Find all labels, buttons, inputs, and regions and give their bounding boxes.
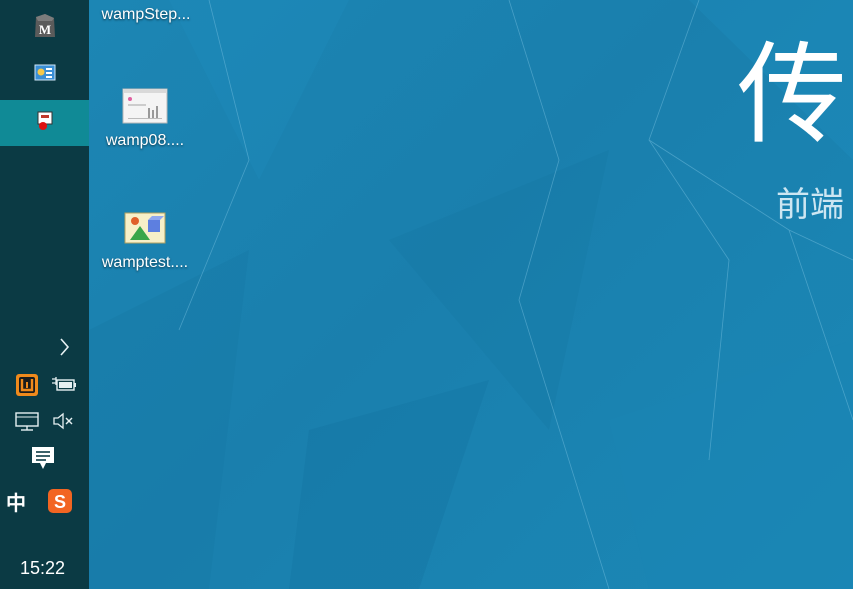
- network-icon: [15, 412, 39, 431]
- taskbar: M 中 S 15:22: [0, 0, 90, 589]
- desktop-icon-label: wamptest....: [101, 254, 189, 271]
- remote-app-icon: [35, 110, 55, 137]
- image-file-icon: [122, 210, 168, 250]
- taskbar-app-control[interactable]: [0, 53, 89, 97]
- wamp-tray-icon: [16, 374, 38, 396]
- desktop-icon-wampstep[interactable]: wampStep...: [91, 6, 201, 24]
- network-tray-button[interactable]: [12, 408, 42, 434]
- desktop-icon-wamp08[interactable]: wamp08....: [90, 88, 200, 150]
- document-chart-icon: [122, 88, 168, 128]
- wallpaper-title: 传: [737, 31, 847, 159]
- volume-muted-icon: [53, 412, 73, 430]
- ime-mode-button[interactable]: 中: [4, 488, 28, 515]
- desktop-icon-label: wampStep...: [101, 6, 191, 23]
- notification-icon: [32, 447, 54, 469]
- volume-tray-button[interactable]: [50, 408, 76, 434]
- svg-text:M: M: [38, 22, 50, 37]
- desktop: wampStep... wamp08.... wamptest.... 传 前端: [89, 0, 853, 589]
- sogou-icon: S: [48, 489, 72, 513]
- control-panel-icon: [34, 64, 56, 87]
- power-tray-button[interactable]: [50, 374, 78, 396]
- taskbar-app-m[interactable]: M: [0, 6, 89, 50]
- chevron-right-icon: [60, 338, 70, 356]
- action-center-button[interactable]: [28, 444, 58, 472]
- wamp-tray-button[interactable]: [14, 372, 40, 398]
- desktop-icon-label: wamp08....: [105, 132, 185, 149]
- m-app-icon: M: [33, 13, 57, 44]
- sogou-label: S: [54, 492, 66, 512]
- sogou-input-button[interactable]: S: [46, 488, 74, 514]
- tray-expand-chevron[interactable]: [52, 334, 76, 360]
- taskbar-app-remote[interactable]: [0, 100, 89, 146]
- battery-plug-icon: [52, 377, 76, 391]
- desktop-icon-wamptest[interactable]: wamptest....: [90, 210, 200, 272]
- wallpaper-subtitle: 前端: [776, 185, 844, 225]
- taskbar-clock[interactable]: 15:22: [0, 558, 85, 579]
